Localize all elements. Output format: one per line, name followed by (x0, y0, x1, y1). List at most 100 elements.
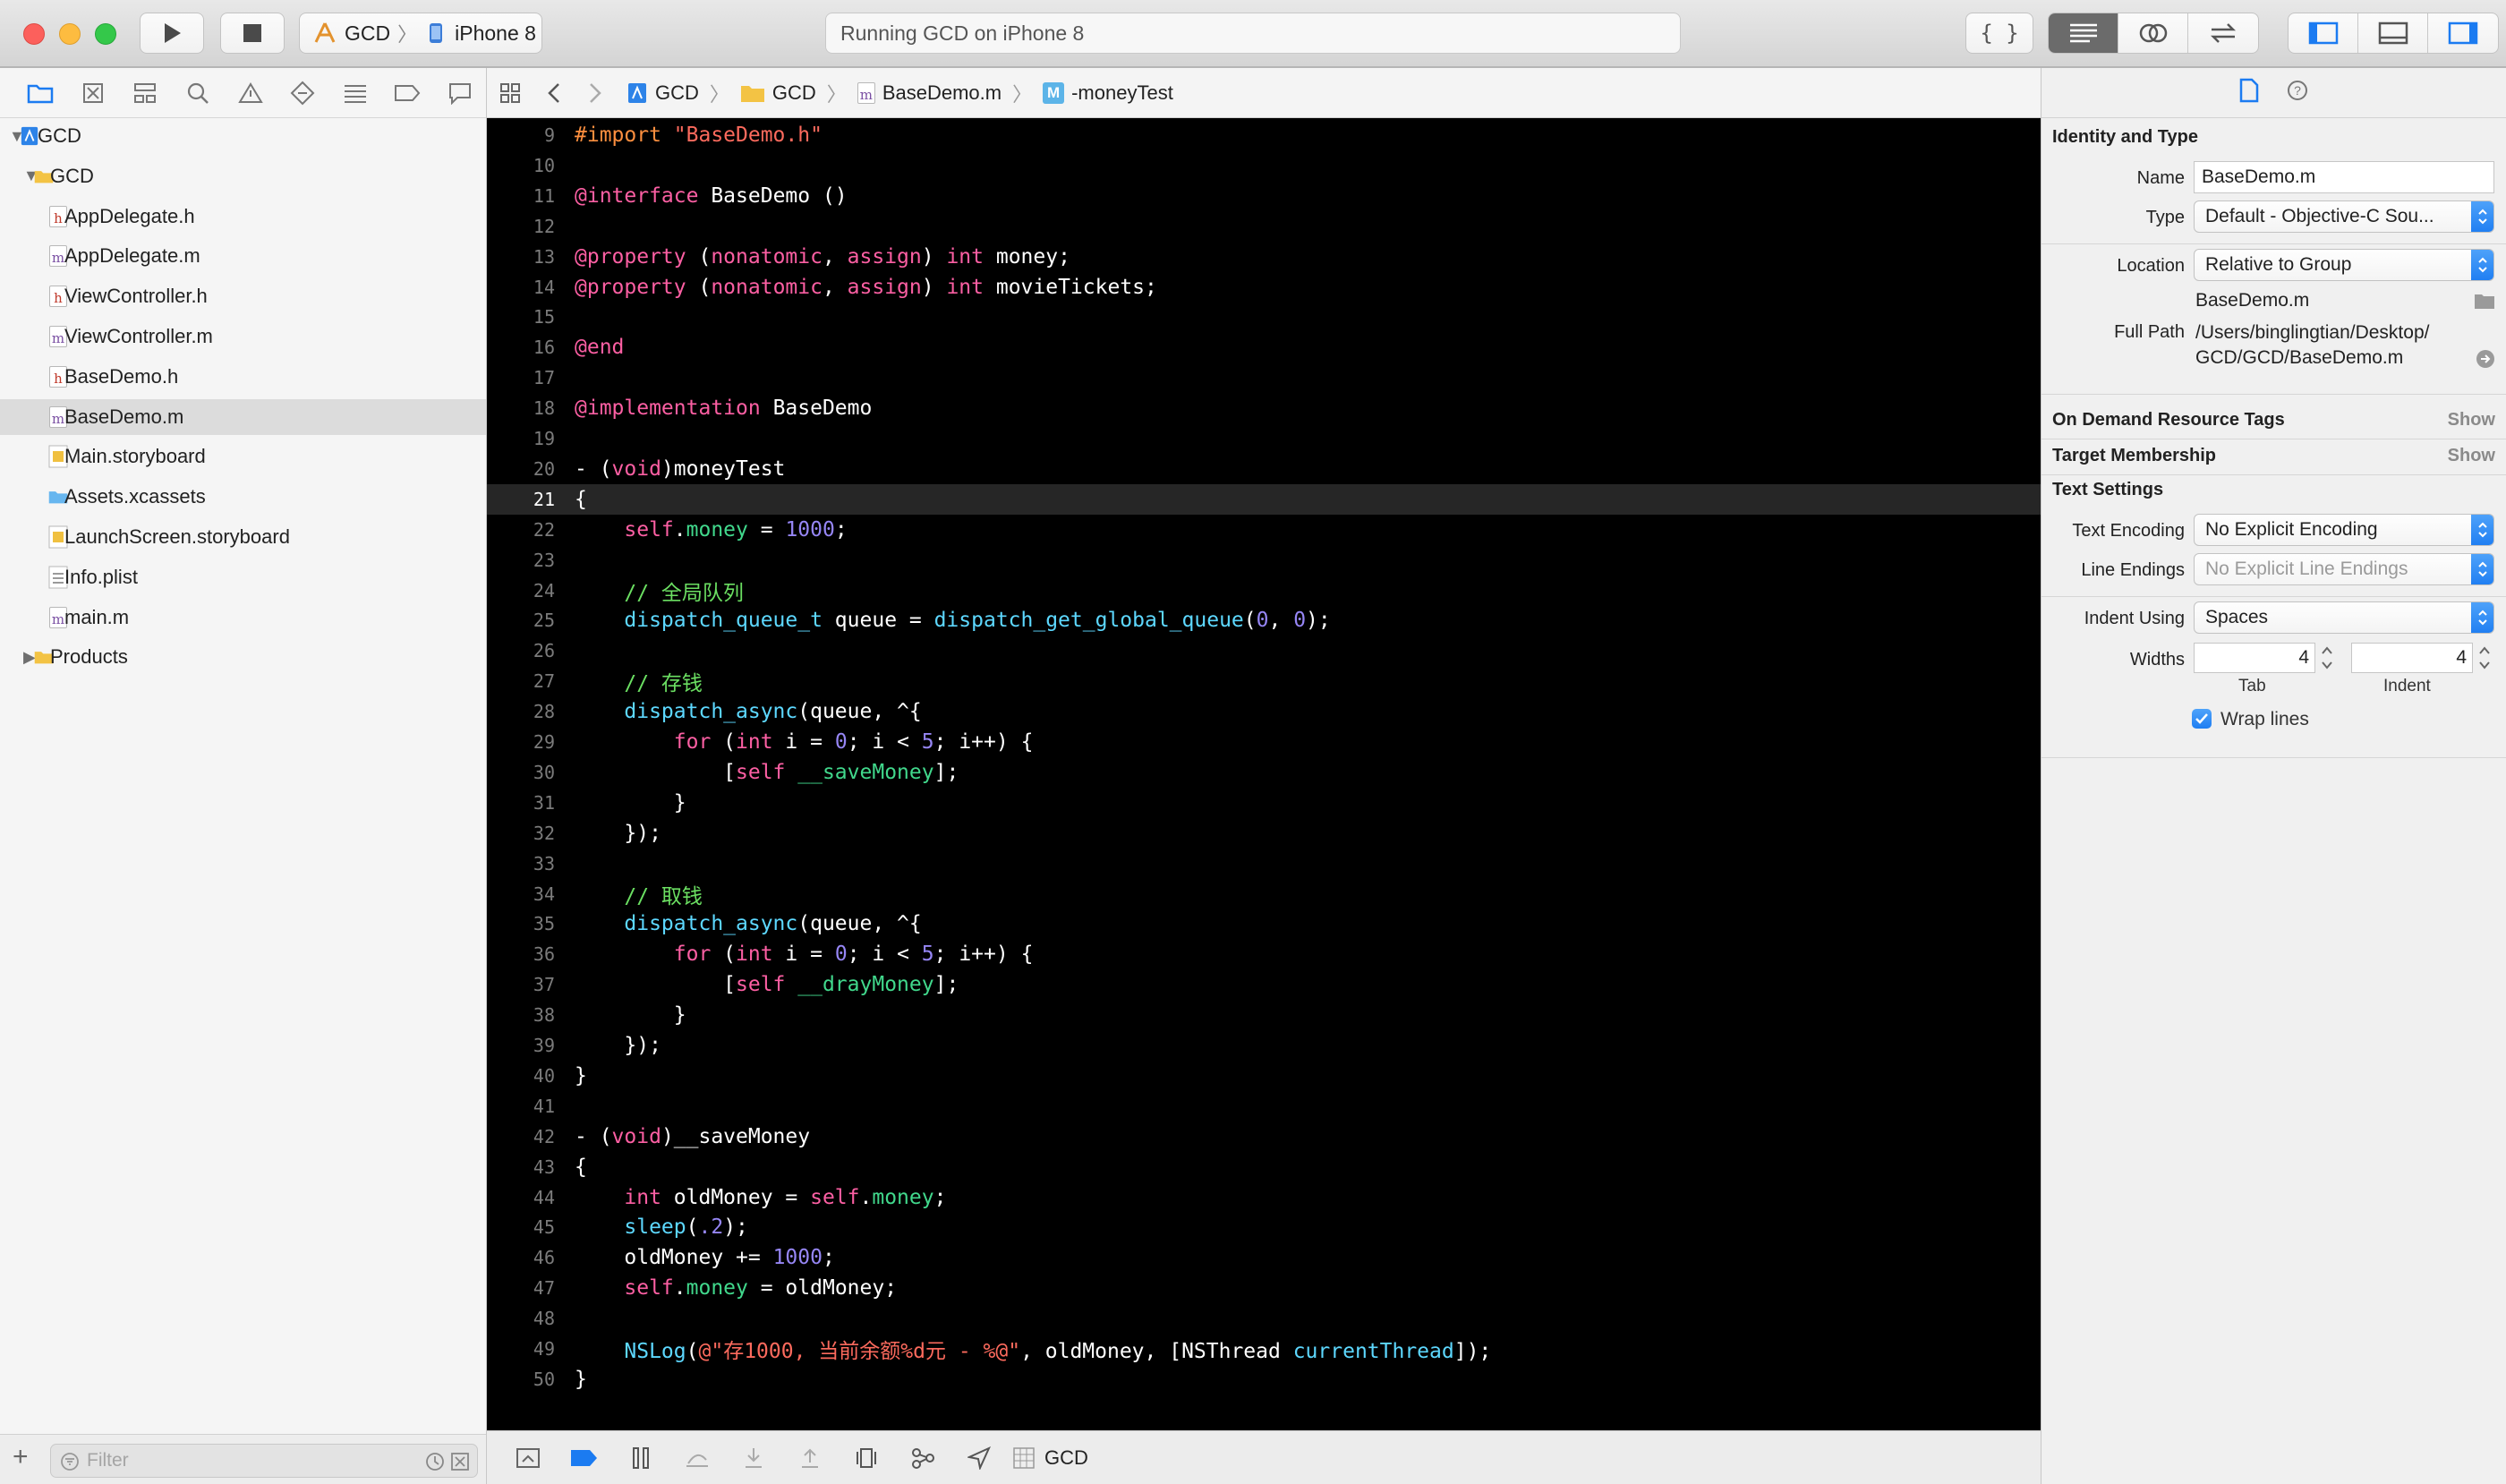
code-line[interactable]: 44 int oldMoney = self.money; (487, 1182, 2041, 1213)
tab-width-stepper[interactable] (2319, 643, 2335, 673)
navigator-item[interactable]: ▶ Products (0, 639, 486, 675)
code-line[interactable]: 24 // 全局队列 (487, 576, 2041, 606)
navigator-item[interactable]: LaunchScreen.storyboard (0, 519, 486, 555)
breadcrumb-file[interactable]: m BaseDemo.m 〉 (857, 79, 1036, 107)
indent-width-stepper[interactable] (2476, 643, 2493, 673)
code-line[interactable]: 21 { (487, 483, 2041, 515)
navigator-filter-field[interactable]: Filter (50, 1444, 478, 1478)
code-line[interactable]: 16 @end (487, 332, 2041, 362)
code-line[interactable]: 49 NSLog(@"存1000, 当前余额%d元 - %@", oldMone… (487, 1334, 2041, 1364)
reveal-arrow-icon[interactable] (2476, 349, 2495, 369)
pause-button[interactable] (612, 1433, 669, 1483)
standard-editor-button[interactable] (2049, 13, 2118, 53)
code-line[interactable]: 23 (487, 545, 2041, 576)
navigator-item[interactable]: Assets.xcassets (0, 479, 486, 515)
toggle-inspector-button[interactable] (2428, 13, 2498, 53)
code-line[interactable]: 39 }); (487, 1030, 2041, 1061)
source-editor[interactable]: 9 #import "BaseDemo.h" 10 11 @interface Base… (487, 118, 2041, 1430)
code-line[interactable]: 27 // 存钱 (487, 666, 2041, 696)
code-line[interactable]: 28 dispatch_async(queue, ^{ (487, 696, 2041, 727)
type-popup[interactable]: Default - Objective-C Sou... (2194, 200, 2494, 233)
recent-files-icon[interactable] (425, 1452, 445, 1471)
breakpoint-navigator-tab[interactable] (381, 68, 434, 118)
breadcrumb-group[interactable]: GCD 〉 (740, 79, 850, 107)
folder-icon[interactable] (2474, 292, 2495, 310)
code-line[interactable]: 10 (487, 150, 2041, 181)
close-window-button[interactable] (23, 23, 45, 45)
quick-help-tab[interactable]: ? (2286, 79, 2309, 107)
code-line[interactable]: 22 self.money = 1000; (487, 515, 2041, 545)
navigator-item[interactable]: h ViewController.h (0, 278, 486, 314)
breadcrumb-method[interactable]: M -moneyTest (1043, 81, 1173, 105)
add-file-button[interactable]: + (13, 1442, 29, 1472)
source-control-filter-icon[interactable] (450, 1452, 470, 1471)
code-line[interactable]: 34 // 取钱 (487, 879, 2041, 909)
version-editor-button[interactable] (2188, 13, 2258, 53)
run-button[interactable] (140, 13, 204, 54)
code-line[interactable]: 18 @implementation BaseDemo (487, 393, 2041, 423)
code-line[interactable]: 50} (487, 1364, 2041, 1394)
code-line[interactable]: 19 (487, 423, 2041, 454)
code-line[interactable]: 12 (487, 211, 2041, 242)
code-line[interactable]: 38 } (487, 1000, 2041, 1030)
location-popup[interactable]: Relative to Group (2194, 249, 2494, 281)
code-line[interactable]: 41 (487, 1091, 2041, 1122)
code-line[interactable]: 42 - (void)__saveMoney (487, 1122, 2041, 1152)
code-line[interactable]: 32 }); (487, 818, 2041, 849)
code-line[interactable]: 40} (487, 1061, 2041, 1091)
assistant-editor-button[interactable] (2118, 13, 2188, 53)
code-line[interactable]: 36 for (int i = 0; i < 5; i++) { (487, 939, 2041, 969)
indent-width-field[interactable]: 4 (2351, 643, 2473, 673)
debug-navigator-tab[interactable] (328, 68, 381, 118)
navigator-item[interactable]: m BaseDemo.m (0, 398, 486, 435)
scheme-selector[interactable]: GCD 〉 iPhone 8 (299, 13, 542, 54)
debug-memory-graph-button[interactable] (894, 1433, 950, 1483)
symbol-navigator-tab[interactable] (119, 68, 172, 118)
report-navigator-tab[interactable] (434, 68, 487, 118)
code-line[interactable]: 35 dispatch_async(queue, ^{ (487, 908, 2041, 939)
navigator-item[interactable]: m ViewController.m (0, 319, 486, 354)
line-endings-popup[interactable]: No Explicit Line Endings (2194, 553, 2494, 585)
toggle-debug-area-button[interactable] (2358, 13, 2428, 53)
step-over-button[interactable] (669, 1433, 725, 1483)
minimize-window-button[interactable] (59, 23, 81, 45)
code-line[interactable]: 45 sleep(.2); (487, 1212, 2041, 1242)
navigator-item[interactable]: m AppDelegate.m (0, 238, 486, 274)
toggle-navigator-button[interactable] (2289, 13, 2358, 53)
code-line[interactable]: 46 oldMoney += 1000; (487, 1242, 2041, 1273)
text-encoding-popup[interactable]: No Explicit Encoding (2194, 514, 2494, 546)
odr-show-button[interactable]: Show (2448, 410, 2495, 431)
code-line[interactable]: 30 [self __saveMoney]; (487, 757, 2041, 788)
breadcrumb-project[interactable]: GCD 〉 (626, 79, 733, 107)
breakpoints-toggle-button[interactable] (556, 1433, 612, 1483)
navigator-item[interactable]: Info.plist (0, 559, 486, 595)
back-button[interactable] (533, 81, 575, 105)
code-line[interactable]: 15 (487, 302, 2041, 332)
code-line[interactable]: 29 for (int i = 0; i < 5; i++) { (487, 727, 2041, 757)
code-line[interactable]: 17 (487, 362, 2041, 393)
related-items-button[interactable] (487, 82, 533, 104)
navigator-item[interactable]: m main.m (0, 600, 486, 635)
forward-button[interactable] (575, 81, 616, 105)
stop-button[interactable] (220, 13, 285, 54)
navigator-item[interactable]: h AppDelegate.h (0, 199, 486, 235)
step-into-button[interactable] (725, 1433, 781, 1483)
code-line[interactable]: 33 (487, 849, 2041, 879)
target-membership-show-button[interactable]: Show (2448, 446, 2495, 466)
simulate-location-button[interactable] (950, 1433, 1007, 1483)
test-navigator-tab[interactable] (277, 68, 329, 118)
navigator-item[interactable]: Main.storyboard (0, 439, 486, 474)
code-line[interactable]: 37 [self __drayMoney]; (487, 969, 2041, 1000)
code-line[interactable]: 20 - (void)moneyTest (487, 454, 2041, 484)
code-line[interactable]: 47 self.money = oldMoney; (487, 1273, 2041, 1303)
navigator-item[interactable]: ▼ GCD (0, 118, 486, 154)
source-control-navigator-tab[interactable] (67, 68, 120, 118)
tab-width-field[interactable]: 4 (2194, 643, 2315, 673)
file-inspector-tab[interactable] (2239, 78, 2259, 107)
zoom-window-button[interactable] (95, 23, 116, 45)
library-button[interactable]: { } (1965, 13, 2033, 54)
code-line[interactable]: 9 #import "BaseDemo.h" (487, 120, 2041, 150)
code-line[interactable]: 48 (487, 1303, 2041, 1334)
indent-using-popup[interactable]: Spaces (2194, 601, 2494, 634)
code-line[interactable]: 26 (487, 635, 2041, 666)
